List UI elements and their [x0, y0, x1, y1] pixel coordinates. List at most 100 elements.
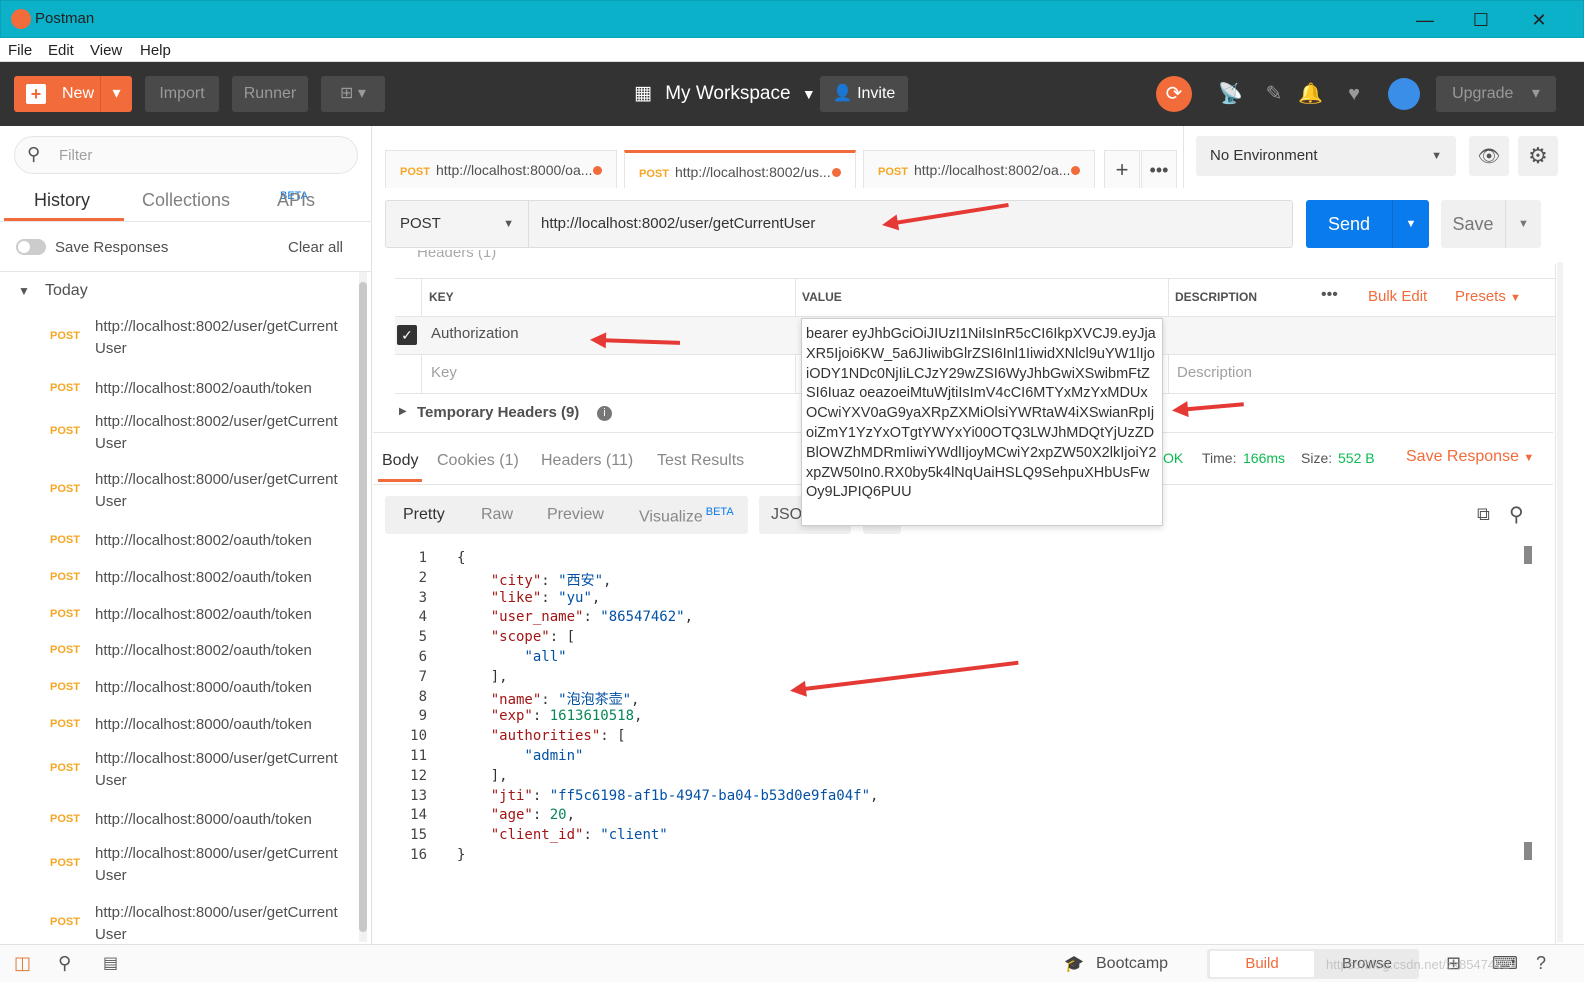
sync-icon[interactable]: ⟳ — [1156, 76, 1192, 112]
header-value-popup[interactable]: bearer eyJhbGciOiJIUzI1NiIsInR5cCI6IkpXV… — [801, 318, 1163, 526]
menu-help[interactable]: Help — [140, 42, 171, 59]
view-preview[interactable]: Preview — [547, 506, 604, 524]
find-icon[interactable]: ⚲ — [58, 953, 71, 974]
history-method: POST — [50, 644, 80, 656]
bootcamp-icon[interactable]: 🎓 — [1064, 954, 1084, 974]
view-raw[interactable]: Raw — [481, 506, 513, 524]
close-icon[interactable]: ✕ — [1519, 7, 1559, 33]
menu-file[interactable]: File — [8, 42, 32, 59]
heart-icon[interactable]: ♥ — [1342, 82, 1366, 106]
tab-cookies[interactable]: Cookies (1) — [437, 452, 519, 470]
clear-all-button[interactable]: Clear all — [288, 239, 343, 256]
scrollbar[interactable] — [359, 272, 367, 942]
headers-tab-label[interactable]: Headers (1) — [417, 250, 496, 262]
environment-select[interactable]: No Environment ▼ — [1196, 136, 1456, 176]
presets-button[interactable]: Presets ▼ — [1455, 288, 1521, 305]
chevron-down-icon: ▾ — [1531, 85, 1540, 102]
main-panel: POST http://localhost:8000/oa... POST http… — [373, 126, 1584, 944]
view-pretty[interactable]: Pretty — [403, 506, 445, 524]
tab-history[interactable]: History — [34, 190, 90, 211]
more-tabs-button[interactable]: ••• — [1141, 150, 1177, 188]
send-dropdown-icon[interactable]: ▼ — [1392, 200, 1429, 248]
tab-method: POST — [878, 166, 908, 178]
tab-collections[interactable]: Collections — [142, 190, 230, 211]
view-visualize[interactable]: Visualize BETA — [639, 506, 734, 526]
eye-icon[interactable]: 👁 — [1469, 136, 1509, 176]
new-button[interactable]: + New ▾ — [14, 76, 132, 112]
help-icon[interactable]: ? — [1536, 953, 1546, 974]
url-input[interactable]: http://localhost:8002/user/getCurrentUse… — [529, 200, 1293, 248]
scrollbar-thumb[interactable] — [1524, 546, 1532, 564]
history-url: http://localhost:8000/oauth/token — [95, 716, 312, 733]
new-window-button[interactable]: ⊞ ▾ — [321, 76, 385, 112]
response-body-editor[interactable]: 1 {2 "city": "西安", 3 "like": "yu", 4 "user_… — [373, 542, 1543, 872]
more-options-icon[interactable]: ••• — [1321, 286, 1338, 304]
invite-button[interactable]: 👤 Invite — [820, 76, 908, 112]
workspace-switcher[interactable]: ▦ My Workspace ▼ — [634, 82, 816, 105]
interceptor-icon[interactable]: ✎ — [1262, 82, 1286, 106]
info-icon[interactable]: i — [597, 406, 612, 421]
col-description: DESCRIPTION — [1175, 290, 1258, 304]
new-description-input[interactable]: Description — [1177, 364, 1252, 381]
chevron-down-icon: ▼ — [1431, 150, 1442, 162]
request-tab-active[interactable]: POST http://localhost:8002/us... — [624, 150, 856, 188]
save-responses-toggle[interactable] — [16, 239, 46, 255]
copy-icon[interactable]: ⧉ — [1477, 504, 1490, 525]
history-group-today[interactable]: Today — [45, 282, 88, 300]
satellite-icon[interactable]: 📡 — [1218, 82, 1243, 106]
collapse-arrow-icon[interactable]: ▼ — [18, 284, 30, 298]
bootcamp-button[interactable]: Bootcamp — [1096, 955, 1168, 973]
code-line: "all" — [524, 649, 567, 665]
search-icon[interactable]: ⚲ — [1509, 502, 1524, 527]
minimize-icon[interactable]: — — [1405, 7, 1445, 33]
header-key-field[interactable]: Authorization — [431, 325, 519, 342]
size-label: Size: — [1301, 450, 1333, 466]
tab-body[interactable]: Body — [382, 452, 418, 470]
method-select[interactable]: POST ▼ — [385, 200, 529, 248]
history-url: http://localhost:8002/oauth/token — [95, 380, 312, 397]
temporary-headers-toggle[interactable]: Temporary Headers (9) — [417, 404, 579, 421]
code-line: "like": "yu", — [490, 589, 601, 606]
bulk-edit-button[interactable]: Bulk Edit — [1368, 288, 1427, 305]
workspace-label: My Workspace — [665, 83, 791, 104]
tab-apis[interactable]: APIs BETA — [277, 190, 315, 211]
upgrade-button[interactable]: Upgrade ▾ — [1436, 76, 1556, 112]
add-tab-button[interactable]: + — [1104, 150, 1140, 188]
menu-view[interactable]: View — [90, 42, 122, 59]
save-dropdown-icon[interactable]: ▼ — [1505, 200, 1541, 248]
scrollbar[interactable] — [1557, 262, 1563, 942]
new-key-input[interactable]: Key — [431, 364, 457, 381]
runner-button[interactable]: Runner — [232, 76, 308, 112]
scrollbar-thumb[interactable] — [1524, 842, 1532, 860]
tab-test-results[interactable]: Test Results — [657, 452, 744, 470]
request-tab[interactable]: POST http://localhost:8002/oa... — [863, 150, 1095, 188]
active-tab-indicator — [378, 479, 422, 482]
save-button[interactable]: Save — [1441, 200, 1505, 248]
new-dropdown-icon[interactable]: ▾ — [100, 76, 132, 112]
maximize-icon[interactable]: ☐ — [1461, 7, 1501, 33]
request-tab[interactable]: POST http://localhost:8000/oa... — [385, 150, 617, 188]
header-enabled-checkbox[interactable]: ✓ — [397, 325, 417, 345]
console-icon[interactable]: ▤ — [103, 953, 118, 973]
import-button[interactable]: Import — [145, 76, 219, 112]
chevron-right-icon[interactable]: ▶ — [399, 406, 407, 417]
save-response-button[interactable]: Save Response ▼ — [1406, 448, 1534, 466]
build-button[interactable]: Build — [1210, 951, 1314, 977]
tab-headers[interactable]: Headers (11) — [541, 452, 633, 470]
gear-icon[interactable]: ⚙ — [1518, 136, 1558, 176]
beta-badge: BETA — [705, 506, 734, 518]
bell-icon[interactable]: 🔔 — [1298, 82, 1323, 106]
chevron-down-icon: ▼ — [801, 86, 816, 102]
save-responses-label: Save Responses — [55, 239, 169, 256]
presets-label: Presets — [1455, 288, 1506, 305]
history-method: POST — [50, 425, 80, 437]
toggle-sidebar-icon[interactable]: ◫ — [14, 953, 31, 974]
code-line: { — [457, 550, 466, 566]
search-icon: ⚲ — [27, 144, 41, 164]
menu-bar: File Edit View Help — [0, 38, 1584, 62]
menu-edit[interactable]: Edit — [48, 42, 74, 59]
avatar[interactable] — [1388, 78, 1420, 110]
send-button[interactable]: Send — [1306, 200, 1392, 248]
filter-input[interactable]: ⚲ Filter — [14, 136, 358, 174]
divider — [0, 221, 372, 222]
